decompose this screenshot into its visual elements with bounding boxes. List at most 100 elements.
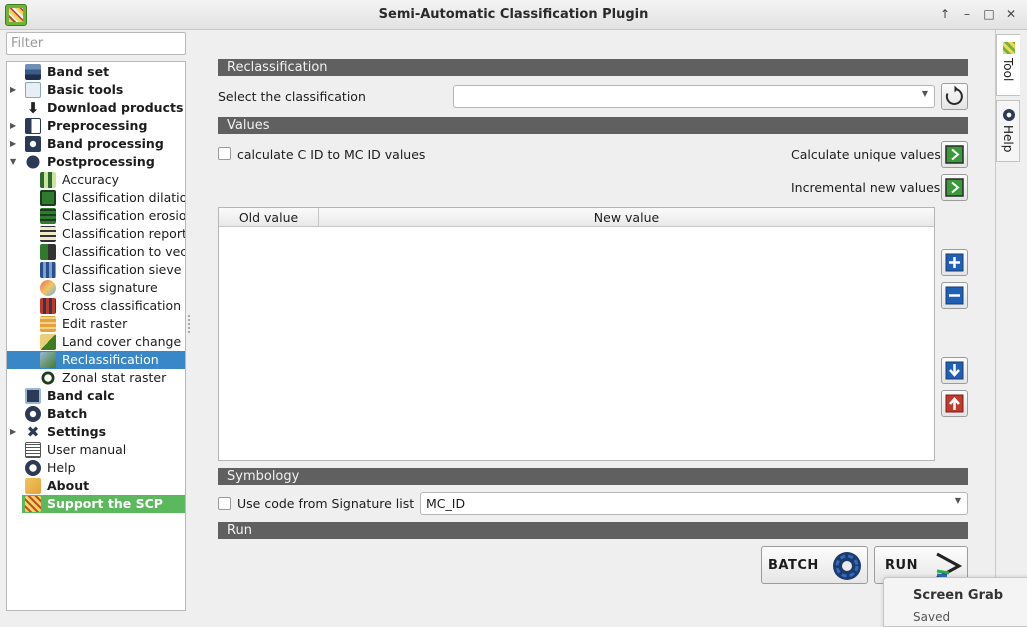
download-arrow-icon: [945, 361, 964, 380]
batch-icon: [25, 406, 41, 422]
dropdown-arrow-icon: ▼: [954, 496, 961, 505]
refresh-button[interactable]: [941, 83, 968, 110]
expand-arrow-icon[interactable]: ▶: [10, 81, 16, 99]
tree-item-help[interactable]: Help: [7, 459, 185, 477]
tree-item-zonal-stat-raster[interactable]: Zonal stat raster: [7, 369, 185, 387]
tab-tool[interactable]: Tool: [996, 34, 1020, 96]
upload-arrow-icon: [945, 394, 964, 413]
calc-c-id-label: calculate C ID to MC ID values: [237, 147, 426, 162]
notification-title: Screen Grab: [913, 588, 1004, 603]
notification-subtitle: Saved: [913, 610, 951, 624]
keep-above-icon[interactable]: ↑: [937, 6, 953, 22]
classification-combo[interactable]: ▼: [453, 85, 935, 108]
tree-item-band-calc[interactable]: Band calc: [7, 387, 185, 405]
preprocessing-icon: [25, 118, 41, 134]
run-header: Run: [218, 522, 968, 539]
remove-row-button[interactable]: [941, 282, 968, 309]
minimize-button[interactable]: –: [959, 6, 975, 22]
about-icon: [25, 478, 41, 494]
tree-item-band-processing[interactable]: ▶ Band processing: [7, 135, 185, 153]
help-lifebuoy-icon: [25, 460, 41, 476]
expand-arrow-icon[interactable]: ▶: [10, 423, 16, 441]
select-classification-label: Select the classification: [218, 89, 366, 104]
tree-item-cross-classification[interactable]: Cross classification: [7, 297, 185, 315]
reclassification-header: Reclassification: [218, 59, 968, 76]
dilation-icon: [40, 190, 56, 206]
tree-item-postprocessing[interactable]: ▶ Postprocessing: [7, 153, 185, 171]
window-title: Semi-Automatic Classification Plugin: [378, 7, 649, 22]
tree-item-user-manual[interactable]: User manual: [7, 441, 185, 459]
tree-item-band-set[interactable]: Band set: [7, 63, 185, 81]
tree-item-accuracy[interactable]: Accuracy: [7, 171, 185, 189]
tree-item-edit-raster[interactable]: Edit raster: [7, 315, 185, 333]
title-bar: Semi-Automatic Classification Plugin ↑ –…: [0, 0, 1027, 30]
filter-input[interactable]: Filter: [6, 32, 186, 55]
download-icon: ⬇: [26, 99, 40, 117]
import-button[interactable]: [941, 357, 968, 384]
incremental-values-button[interactable]: [941, 174, 968, 201]
tool-tab-icon: [1003, 42, 1015, 54]
tab-help[interactable]: Help: [996, 100, 1020, 162]
expand-arrow-icon[interactable]: ▶: [10, 117, 16, 135]
help-tab-icon: [1003, 109, 1015, 121]
band-processing-icon: [25, 136, 41, 152]
tree-item-basic-tools[interactable]: ▶ Basic tools: [7, 81, 185, 99]
expand-arrow-icon[interactable]: ▶: [10, 135, 16, 153]
scp-icon: [25, 496, 41, 512]
basic-tools-icon: [25, 82, 41, 98]
collapse-arrow-icon[interactable]: ▶: [7, 159, 22, 165]
run-arrow-icon: [945, 145, 964, 164]
calc-c-id-checkbox[interactable]: [218, 147, 231, 160]
tree-item-preprocessing[interactable]: ▶ Preprocessing: [7, 117, 185, 135]
reclassification-table[interactable]: Old value New value: [218, 207, 935, 461]
use-code-checkbox[interactable]: [218, 497, 231, 510]
code-field-combo[interactable]: MC_ID ▼: [420, 492, 968, 515]
manual-icon: [25, 442, 41, 458]
report-icon: [40, 226, 56, 242]
refresh-icon: [945, 85, 963, 105]
tools-icon: ✖: [26, 423, 40, 441]
edit-raster-icon: [40, 316, 56, 332]
land-cover-change-icon: [40, 334, 56, 350]
tool-tree: Band set ▶ Basic tools ⬇ Download produc…: [6, 61, 186, 611]
tree-item-download-products[interactable]: ⬇ Download products: [7, 99, 185, 117]
splitter-handle[interactable]: [188, 315, 190, 333]
tree-item-classification-sieve[interactable]: Classification sieve: [7, 261, 185, 279]
export-button[interactable]: [941, 390, 968, 417]
column-header-new-value[interactable]: New value: [319, 208, 934, 227]
tree-item-classification-dilation[interactable]: Classification dilation: [7, 189, 185, 207]
erosion-icon: [40, 208, 56, 224]
dropdown-arrow-icon: ▼: [921, 89, 928, 98]
tree-item-class-signature[interactable]: Class signature: [7, 279, 185, 297]
batch-gear-icon: [833, 552, 861, 580]
class-signature-icon: [40, 280, 56, 296]
plus-icon: [945, 253, 964, 272]
tree-item-classification-erosion[interactable]: Classification erosion: [7, 207, 185, 225]
batch-button[interactable]: BATCH: [761, 546, 868, 584]
values-header: Values: [218, 117, 968, 134]
tree-item-batch[interactable]: Batch: [7, 405, 185, 423]
tree-item-about[interactable]: About: [7, 477, 185, 495]
tree-item-settings[interactable]: ▶ ✖ Settings: [7, 423, 185, 441]
tree-item-classification-to-vector[interactable]: Classification to vector: [7, 243, 185, 261]
run-arrow-icon: [945, 178, 964, 197]
to-vector-icon: [40, 244, 56, 260]
tree-item-classification-report[interactable]: Classification report: [7, 225, 185, 243]
add-row-button[interactable]: [941, 249, 968, 276]
band-set-icon: [25, 64, 41, 80]
maximize-button[interactable]: □: [981, 6, 997, 22]
symbology-header: Symbology: [218, 468, 968, 485]
accuracy-icon: [40, 172, 56, 188]
close-button[interactable]: ✕: [1003, 6, 1019, 22]
sieve-icon: [40, 262, 56, 278]
tree-item-land-cover-change[interactable]: Land cover change: [7, 333, 185, 351]
code-field-value: MC_ID: [426, 496, 466, 511]
column-header-old-value[interactable]: Old value: [219, 208, 319, 227]
tree-item-reclassification[interactable]: Reclassification: [7, 351, 185, 369]
postprocessing-icon: [25, 154, 41, 170]
calc-unique-values-button[interactable]: [941, 141, 968, 168]
tree-item-support-the-scp[interactable]: Support the SCP: [22, 495, 185, 513]
screen-grab-notification[interactable]: Screen Grab Saved: [883, 577, 1027, 627]
zonal-stat-icon: [40, 370, 56, 386]
minus-icon: [945, 286, 964, 305]
